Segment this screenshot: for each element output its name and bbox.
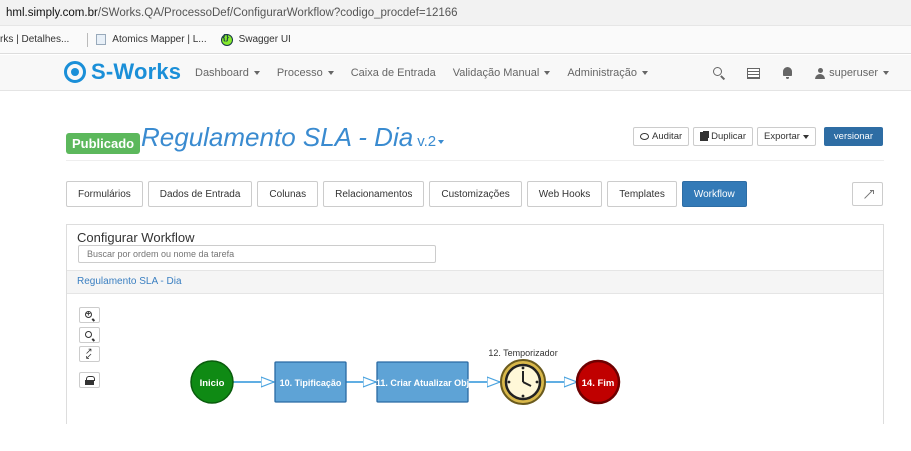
bell-icon[interactable] <box>782 67 793 79</box>
bookmark-label: rks | Detalhes... <box>0 34 70 45</box>
tab-colunas[interactable]: Colunas <box>257 181 319 207</box>
timer-node-label: 12. Temporizador <box>488 348 557 358</box>
brand-name: S-Works <box>91 59 182 84</box>
nav-label: Processo <box>276 67 323 79</box>
nav-caixa-de-entrada[interactable]: Caixa de Entrada <box>351 67 436 79</box>
user-menu[interactable]: superuser <box>815 67 889 79</box>
nav-label: Administração <box>567 67 638 79</box>
tab-dados-de-entrada[interactable]: Dados de Entrada <box>147 181 253 207</box>
task-search-input[interactable] <box>78 245 436 263</box>
address-bar[interactable]: hml.simply.com.br/SWorks.QA/ProcessoDef/… <box>0 0 911 26</box>
zoom-out-button[interactable] <box>79 327 100 343</box>
version-label: v.2 <box>417 133 437 150</box>
divider <box>66 160 884 161</box>
tab-workflow[interactable]: Workflow <box>681 181 747 207</box>
workflow-panel: Configurar Workflow Regulamento SLA - Di… <box>66 224 884 424</box>
url-path: /SWorks.QA/ProcessoDef/ConfigurarWorkflo… <box>97 6 458 19</box>
nav-label: Caixa de Entrada <box>350 67 436 79</box>
user-icon <box>815 67 826 79</box>
task-label: 10. Tipificação <box>280 378 342 388</box>
swagger-icon <box>220 33 233 46</box>
caret-down-icon <box>438 140 445 145</box>
duplicate-button[interactable]: Duplicar <box>693 127 754 146</box>
start-node[interactable]: Inicio <box>190 360 234 404</box>
tab-customizacoes[interactable]: Customizações <box>429 181 522 207</box>
start-node-label: Inicio <box>200 378 225 389</box>
audit-label: Auditar <box>652 131 683 142</box>
bookmark-divider <box>87 32 89 47</box>
caret-down-icon <box>327 71 334 76</box>
bookmark-label: Atomics Mapper | L... <box>112 34 207 45</box>
tab-web-hooks[interactable]: Web Hooks <box>526 181 603 207</box>
zoom-in-icon: + <box>86 309 91 318</box>
app-navbar: S-Works Dashboard Processo Caixa de Entr… <box>0 55 911 91</box>
caret-down-icon <box>642 71 649 76</box>
brand-logo-icon <box>64 61 86 83</box>
copy-icon <box>700 132 709 141</box>
tab-templates[interactable]: Templates <box>607 181 677 207</box>
tab-bar: Formulários Dados de Entrada Colunas Rel… <box>66 181 752 207</box>
nav-processo[interactable]: Processo <box>277 67 334 79</box>
task-node-tipificacao[interactable]: 10. Tipificação <box>274 361 347 403</box>
status-badge: Publicado <box>66 133 141 154</box>
bookmark-details[interactable]: rks | Detalhes... <box>0 34 69 45</box>
end-node-label: 14. Fim <box>582 378 615 389</box>
nav-label: Dashboard <box>195 67 249 79</box>
duplicate-label: Duplicar <box>711 131 747 142</box>
caret-down-icon <box>544 71 551 76</box>
search-icon[interactable] <box>713 67 725 79</box>
caret-down-icon <box>883 71 889 75</box>
nav-validacao-manual[interactable]: Validação Manual <box>453 67 551 79</box>
timer-node[interactable] <box>500 359 546 405</box>
document-icon <box>96 34 107 45</box>
bookmark-swagger[interactable]: Swagger UI <box>220 33 291 46</box>
nav-dashboard[interactable]: Dashboard <box>195 67 260 79</box>
expand-button[interactable] <box>852 182 883 206</box>
process-name-header: Regulamento SLA - Dia <box>67 270 883 294</box>
end-node[interactable]: 14. Fim <box>575 359 621 405</box>
task-node-criar-atualizar-obj[interactable]: 11. Criar Atualizar Obj <box>376 361 469 403</box>
nav-administracao[interactable]: Administração <box>567 67 649 79</box>
task-label: 11. Criar Atualizar Obj <box>376 378 469 388</box>
url-host: hml.simply.com.br <box>6 6 98 19</box>
header-actions: Auditar Duplicar Exportar versionar <box>629 127 883 146</box>
tab-relacionamentos[interactable]: Relacionamentos <box>323 181 425 207</box>
username: superuser <box>829 67 878 79</box>
process-title: Regulamento SLA - Dia <box>141 122 414 152</box>
fit-view-button[interactable] <box>79 346 100 362</box>
tab-formularios[interactable]: Formulários <box>66 181 143 207</box>
version-selector[interactable]: v.2 <box>417 133 445 150</box>
nav-label: Validação Manual <box>452 67 540 79</box>
page-title: Regulamento SLA - Dia v.2 <box>141 122 445 153</box>
bookmark-atomics-mapper[interactable]: Atomics Mapper | L... <box>96 34 207 45</box>
caret-down-icon <box>253 71 260 76</box>
bookmark-label: Swagger UI <box>238 34 291 45</box>
brand-logo-link[interactable]: S-Works <box>64 59 181 85</box>
lock-button[interactable] <box>79 372 100 388</box>
zoom-in-button[interactable]: + <box>79 307 100 323</box>
version-button[interactable]: versionar <box>823 127 883 146</box>
caret-down-icon <box>802 134 809 139</box>
bookmarks-bar: rks | Detalhes... Atomics Mapper | L... … <box>0 26 911 54</box>
export-label: Exportar <box>764 131 800 142</box>
eye-icon <box>640 133 650 140</box>
inbox-list-icon[interactable] <box>747 67 761 79</box>
export-button[interactable]: Exportar <box>757 127 816 146</box>
panel-title: Configurar Workflow <box>77 230 195 245</box>
audit-button[interactable]: Auditar <box>633 127 690 146</box>
